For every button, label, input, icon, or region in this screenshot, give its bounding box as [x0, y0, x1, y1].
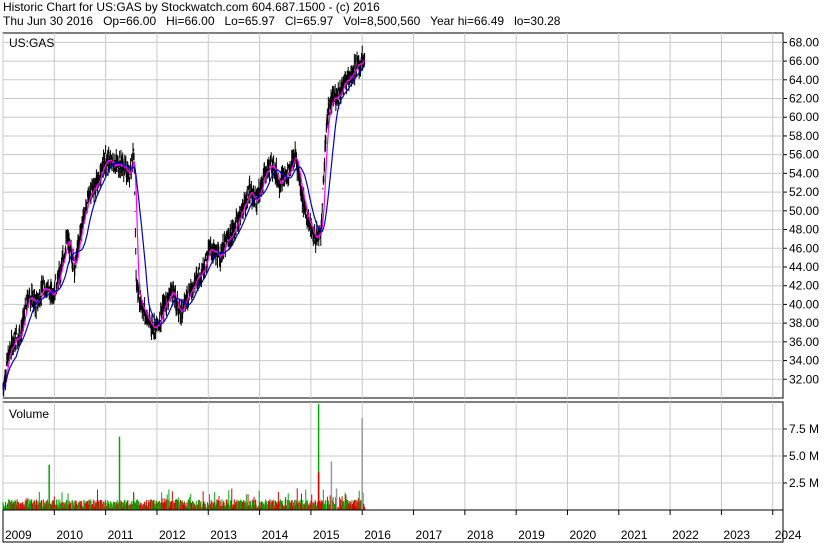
- x-tick-label: 2022: [672, 528, 699, 542]
- price-tick-label: 46.00: [789, 241, 819, 255]
- price-tick-label: 44.00: [789, 260, 819, 274]
- volume-y-axis: 2.5 M 5.0 M 7.5 M: [783, 422, 819, 490]
- price-panel-frame: [2, 32, 784, 399]
- x-tick-label: 2024: [775, 528, 802, 542]
- x-axis: 2009 2010 2011 2012 2013 2014 2015 2016 2017 2018…: [2, 509, 802, 543]
- price-y-axis: 32.00 34.00 36.00 38.00 40.00 42.00 44.00 46.00…: [783, 35, 819, 386]
- volume-tick-label: 7.5 M: [789, 422, 819, 436]
- x-tick-label: 2023: [723, 528, 750, 542]
- price-tick-label: 68.00: [789, 35, 819, 49]
- x-tick-label: 2021: [621, 528, 648, 542]
- x-tick-label: 2020: [569, 528, 596, 542]
- stock-chart: 32.00 34.00 36.00 38.00 40.00 42.00 44.00 46.00…: [2, 32, 819, 543]
- volume-panel: 2.5 M 5.0 M 7.5 M Volume: [2, 401, 819, 511]
- price-tick-label: 58.00: [789, 129, 819, 143]
- price-tick-label: 42.00: [789, 279, 819, 293]
- x-tick-label: 2016: [364, 528, 391, 542]
- price-tick-label: 60.00: [789, 110, 819, 124]
- price-tick-label: 62.00: [789, 92, 819, 106]
- x-tick-label: 2015: [313, 528, 340, 542]
- price-tick-label: 54.00: [789, 166, 819, 180]
- price-tick-label: 38.00: [789, 316, 819, 330]
- x-tick-label: 2012: [159, 528, 186, 542]
- x-tick-label: 2017: [416, 528, 443, 542]
- x-tick-label: 2010: [56, 528, 83, 542]
- price-tick-label: 32.00: [789, 372, 819, 386]
- volume-panel-label: Volume: [9, 407, 49, 421]
- x-tick-label: 2014: [262, 528, 289, 542]
- price-tick-label: 36.00: [789, 335, 819, 349]
- x-tick-label: 2013: [210, 528, 237, 542]
- price-panel: 32.00 34.00 36.00 38.00 40.00 42.00 44.00 46.00…: [2, 32, 819, 399]
- price-tick-label: 48.00: [789, 223, 819, 237]
- price-tick-label: 50.00: [789, 204, 819, 218]
- x-tick-label: 2018: [467, 528, 494, 542]
- volume-tick-label: 2.5 M: [789, 476, 819, 490]
- x-tick-label: 2009: [5, 528, 32, 542]
- price-panel-label: US:GAS: [9, 36, 54, 50]
- price-tick-label: 56.00: [789, 148, 819, 162]
- price-tick-label: 66.00: [789, 54, 819, 68]
- x-tick-label: 2019: [518, 528, 545, 542]
- price-tick-label: 64.00: [789, 73, 819, 87]
- price-tick-label: 40.00: [789, 297, 819, 311]
- x-tick-label: 2011: [108, 528, 134, 542]
- volume-tick-label: 5.0 M: [789, 449, 819, 463]
- price-tick-label: 52.00: [789, 185, 819, 199]
- price-tick-label: 34.00: [789, 354, 819, 368]
